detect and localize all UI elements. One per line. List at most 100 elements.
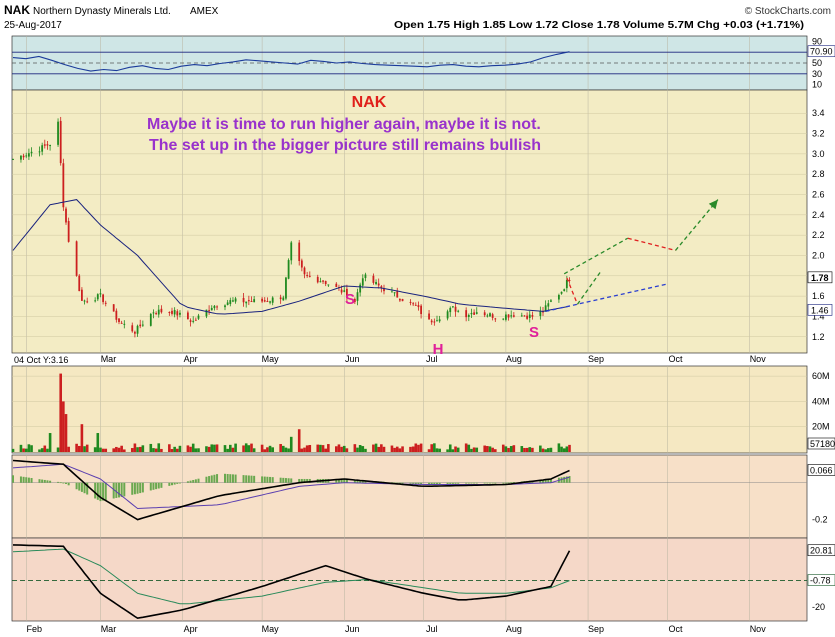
- ticker-symbol: NAK: [4, 3, 30, 17]
- candle-body: [327, 284, 330, 286]
- candle-body: [139, 324, 142, 327]
- volume-bar: [525, 447, 529, 452]
- volume-bar: [464, 443, 468, 452]
- macd-histogram-bar: [412, 482, 415, 484]
- price-tick-label: 2.4: [812, 210, 825, 220]
- macd-histogram-bar: [234, 474, 237, 483]
- macd-histogram-bar: [210, 475, 213, 483]
- x-tick-label: Jun: [345, 624, 360, 634]
- macd-histogram-bar: [136, 482, 139, 494]
- x-tick-label: Oct: [669, 624, 684, 634]
- candle-body: [457, 310, 460, 312]
- candle-body: [412, 303, 415, 305]
- volume-tick-label: 60M: [812, 371, 830, 381]
- volume-bar: [438, 448, 441, 452]
- volume-bar: [99, 447, 102, 452]
- volume-bar: [327, 444, 330, 452]
- volume-bar: [557, 443, 561, 452]
- candle-body: [226, 302, 229, 305]
- volume-bar: [43, 445, 47, 452]
- volume-bar: [491, 447, 494, 452]
- candle-body: [120, 322, 123, 324]
- volume-bar: [541, 448, 545, 452]
- macd-histogram-bar: [96, 482, 99, 500]
- volume-bar: [136, 447, 139, 452]
- volume-bar: [170, 449, 174, 452]
- macd-histogram-bar: [263, 476, 266, 483]
- candle-body: [43, 144, 46, 146]
- rsi-tick-label: 50: [812, 58, 822, 68]
- candle-body: [356, 292, 359, 301]
- candle-body: [568, 279, 571, 281]
- candle-body: [173, 310, 176, 315]
- volume-bar: [123, 449, 126, 452]
- price-tick-label: 1.2: [812, 332, 825, 342]
- volume-tick-label: 20M: [812, 422, 830, 432]
- macd-last-label: 0.066: [810, 465, 833, 475]
- volume-bar: [77, 445, 81, 452]
- candle-body: [282, 297, 285, 301]
- volume-bar: [494, 449, 497, 452]
- volume-bar: [271, 447, 274, 452]
- price-tick-label: 1.6: [812, 291, 825, 301]
- annotation-title: NAK: [352, 94, 387, 111]
- volume-panel: [11, 365, 808, 454]
- volume-bar: [528, 447, 532, 452]
- macd-histogram-bar: [65, 482, 67, 484]
- volume-bar: [382, 446, 386, 452]
- macd-histogram-bar: [494, 482, 497, 484]
- volume-bar: [178, 445, 182, 452]
- volume-bar: [446, 449, 449, 452]
- macd-histogram-bar: [489, 482, 491, 484]
- candle-body: [433, 321, 436, 323]
- x-tick-label: Jul: [426, 624, 438, 634]
- candle-body: [65, 208, 67, 223]
- candle-body: [96, 294, 99, 300]
- pattern-left-shoulder: S: [345, 291, 355, 308]
- candle-body: [176, 311, 179, 316]
- candle-body: [234, 298, 237, 302]
- macd-histogram-bar: [510, 482, 513, 484]
- volume-bar: [547, 448, 550, 452]
- x-tick-label: Mar: [101, 354, 117, 364]
- x-tick-label: Sep: [588, 624, 604, 634]
- volume-bar: [229, 444, 232, 452]
- macd-histogram-bar: [205, 476, 208, 483]
- volume-bar: [130, 448, 134, 452]
- candle-body: [563, 289, 566, 291]
- candle-body: [131, 325, 134, 332]
- ma-value-label: 1.46: [811, 305, 829, 315]
- macd-histogram-bar: [194, 479, 197, 483]
- price-tick-label: 2.8: [812, 169, 825, 179]
- macd-histogram-bar: [287, 478, 290, 483]
- macd-histogram-bar: [290, 478, 293, 483]
- volume-bar: [64, 414, 68, 452]
- volume-bar: [560, 446, 563, 452]
- volume-bar: [157, 443, 161, 452]
- chart-date: 25-Aug-2017: [4, 20, 62, 31]
- macd-histogram-bar: [139, 482, 142, 494]
- macd-histogram-bar: [409, 482, 412, 484]
- candle-body: [361, 278, 364, 286]
- candle-body: [232, 300, 234, 302]
- volume-bar: [374, 443, 378, 452]
- macd-histogram-bar: [78, 482, 81, 491]
- volume-bar: [46, 448, 49, 452]
- volume-bar: [27, 444, 31, 452]
- macd-histogram-bar: [483, 482, 486, 484]
- candle-body: [454, 306, 457, 312]
- candle-body: [102, 294, 104, 303]
- volume-bar: [93, 447, 97, 452]
- macd-histogram-bar: [470, 482, 473, 484]
- candle-body: [160, 308, 163, 313]
- macd-histogram-bar: [197, 478, 200, 483]
- candle-body: [168, 312, 171, 314]
- macd-histogram-bar: [208, 476, 211, 483]
- volume-bar: [289, 436, 293, 452]
- oscillator-panel: [11, 537, 808, 622]
- candle-body: [118, 318, 120, 323]
- price-tick-label: 2.6: [812, 190, 825, 200]
- volume-bar: [62, 401, 65, 452]
- candle-body: [136, 325, 139, 334]
- volume-bar: [75, 443, 78, 452]
